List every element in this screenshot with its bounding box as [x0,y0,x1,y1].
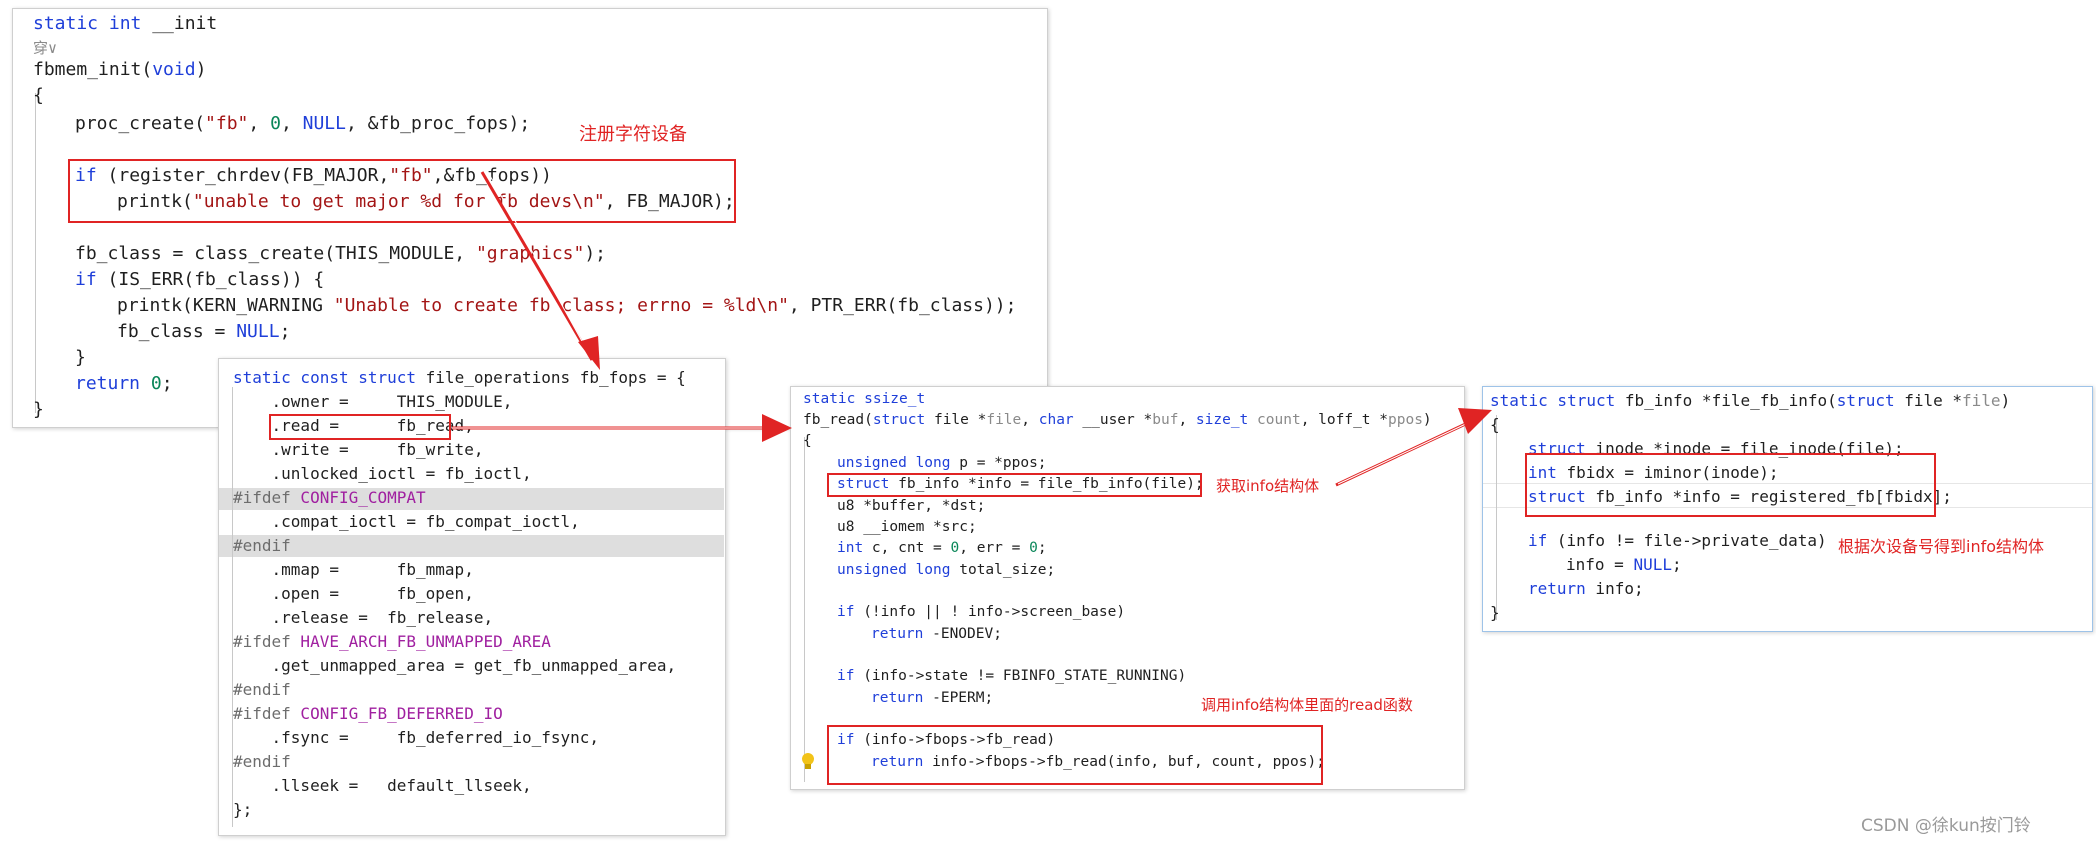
code-line: } [75,347,86,368]
code-line: .llseek = default_llseek, [233,776,532,795]
code-line: .mmap = fb_mmap, [233,560,474,579]
code-line: }; [233,800,253,819]
code-line: fb_read(struct file *file, char __user *… [803,412,1432,428]
code-line: .unlocked_ioctl = fb_ioctl, [233,464,532,483]
read-member-highlight-box [269,414,451,440]
code-line: u8 *buffer, *dst; [837,498,986,514]
code-line: { [33,85,44,106]
code-line: } [33,399,44,420]
code-line: .get_unmapped_area = get_fb_unmapped_are… [233,656,677,675]
code-line: static ssize_t [803,391,926,407]
code-line: .open = fb_open, [233,584,474,603]
code-line: u8 __iomem *src; [837,519,977,535]
code-line: #endif [233,752,291,771]
register-chrdev-highlight-box [68,159,736,223]
code-line: { [803,433,812,449]
code-line: static struct fb_info *file_fb_info(stru… [1490,391,2011,410]
fbops-read-call-highlight-box [827,725,1323,785]
code-line: if (IS_ERR(fb_class)) { [75,269,325,290]
code-line: #endif [233,536,291,555]
code-line: return -EPERM; [871,690,994,706]
code-line: if (info->state != FBINFO_STATE_RUNNING) [837,668,1187,684]
code-line: unsigned long p = *ppos; [837,455,1047,471]
code-line: if (info != file->private_data) [1528,531,1827,550]
code-line: .release = fb_release, [233,608,494,627]
code-line: return -ENODEV; [871,626,1002,642]
code-line: { [1490,415,1500,434]
code-line: printk(KERN_WARNING "Unable to create fb… [117,295,1017,316]
code-line: } [1490,603,1500,622]
file-fb-info-code-panel: static struct fb_info *file_fb_info(stru… [1482,386,2093,632]
code-line: #endif [233,680,291,699]
file-fb-info-call-highlight-box [827,473,1202,497]
code-line: proc_create("fb", 0, NULL, &fb_proc_fops… [75,113,531,134]
get-info-struct-annotation: 获取info结构体 [1216,477,1320,495]
code-line: fb_class = NULL; [117,321,291,342]
register-char-device-annotation: 注册字符设备 [579,124,687,145]
code-line: static const struct file_operations fb_f… [233,368,686,387]
code-line: if (!info || ! info->screen_base) [837,604,1126,620]
code-line: #ifdef HAVE_ARCH_FB_UNMAPPED_AREA [233,632,551,651]
code-line: return 0; [75,373,173,394]
code-line: #ifdef CONFIG_COMPAT [233,488,426,507]
code-line: info = NULL; [1566,555,1682,574]
code-line: .owner = THIS_MODULE, [233,392,513,411]
fb-read-code-panel: static ssize_t fb_read(struct file *file… [790,386,1465,790]
csdn-watermark: CSDN @徐kun按门铃 [1861,816,2031,836]
lightbulb-icon[interactable] [800,751,816,773]
code-line: .compat_ioctl = fb_compat_ioctl, [233,512,580,531]
code-line: .write = fb_write, [233,440,484,459]
get-info-by-minor-annotation: 根据次设备号得到info结构体 [1838,537,2045,556]
code-line: 穿∨ [33,39,58,57]
code-line: static int __init [33,13,218,34]
fb-fops-code-panel: static const struct file_operations fb_f… [218,358,726,836]
code-line: .fsync = fb_deferred_io_fsync, [233,728,600,747]
call-info-read-annotation: 调用info结构体里面的read函数 [1201,696,1413,714]
code-line: fb_class = class_create(THIS_MODULE, "gr… [75,243,607,264]
code-line: #ifdef CONFIG_FB_DEFERRED_IO [233,704,503,723]
registered-fb-highlight-box [1525,453,1936,517]
code-line: unsigned long total_size; [837,562,1056,578]
code-line: fbmem_init(void) [33,59,207,80]
code-line: return info; [1528,579,1644,598]
code-line: int c, cnt = 0, err = 0; [837,540,1047,556]
